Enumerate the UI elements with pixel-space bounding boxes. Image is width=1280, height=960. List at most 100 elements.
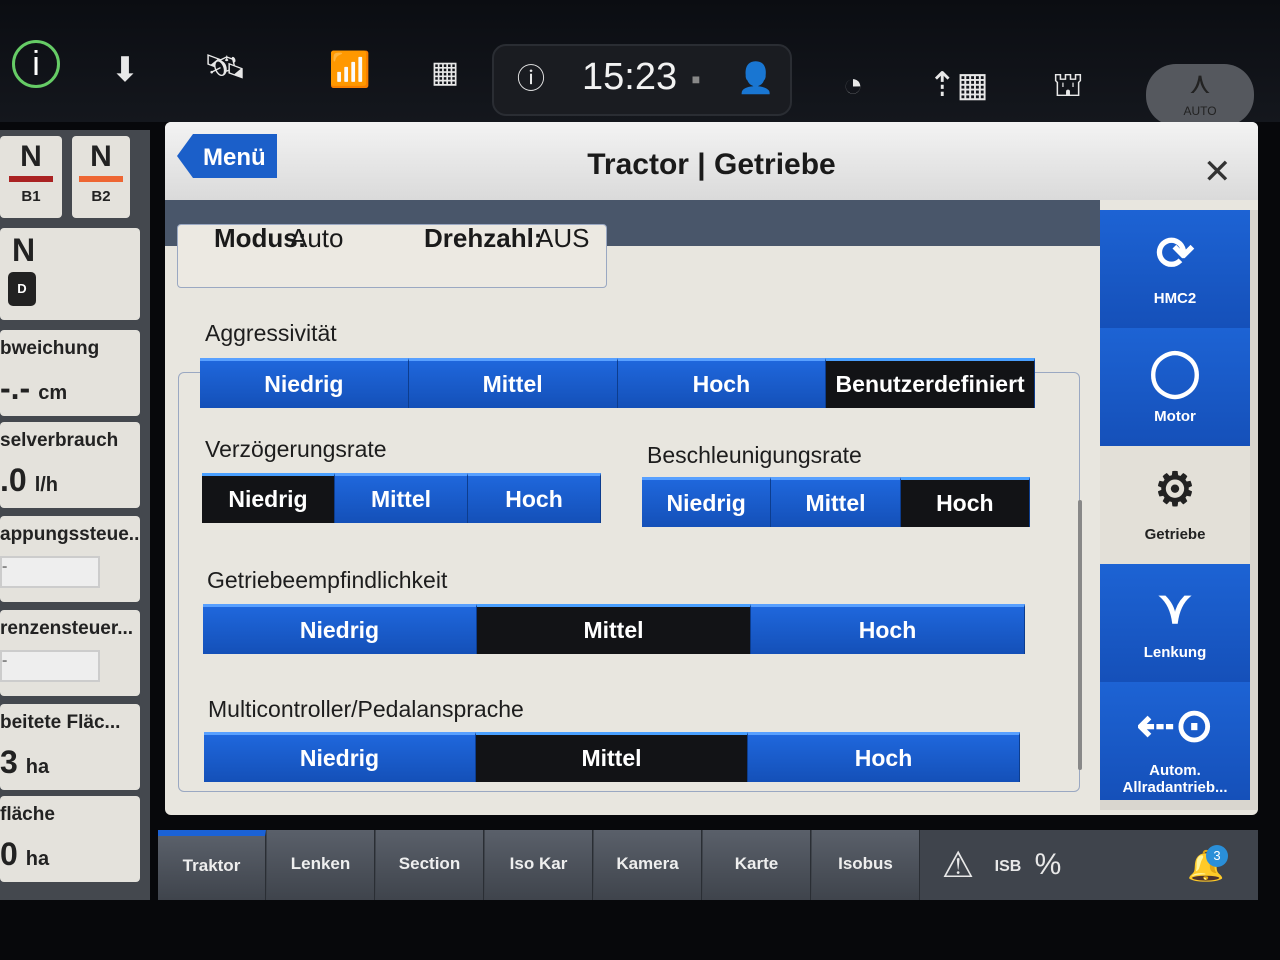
option-mittel[interactable]: Mittel — [477, 604, 751, 654]
tile-label: fläche — [0, 804, 55, 825]
b2-tile[interactable]: N B2 — [72, 136, 130, 218]
auto-label: AUTO — [1183, 104, 1217, 118]
tile-value: 3 — [0, 744, 18, 780]
drive-tile[interactable]: N D — [0, 228, 140, 320]
segmented-control: Niedrig Mittel Hoch — [204, 732, 1020, 782]
transmission-dialog: Menü Tractor | Getriebe ✕ Modus: Auto Dr… — [165, 122, 1258, 815]
segmented-control: Niedrig Mittel Hoch Benutzerdefiniert — [200, 358, 1035, 408]
tab-traktor[interactable]: Traktor — [158, 830, 266, 900]
tile-bar: - — [0, 556, 100, 588]
tile-label: beitete Fläc... — [0, 712, 121, 733]
sidebar-item-autom[interactable]: ⇠⊙ Autom. Allradantrieb... — [1100, 682, 1250, 800]
sidebar-item-label: Lenkung — [1143, 644, 1207, 661]
sidebar-item-label: Autom. Allradantrieb... — [1122, 762, 1228, 796]
implement-icon[interactable]: ⇡▦ — [928, 60, 989, 110]
tile-value: -.- — [0, 370, 31, 406]
user-icon[interactable]: 👤 — [728, 54, 784, 104]
option-hoch[interactable]: Hoch — [617, 358, 827, 408]
tab-lenken[interactable]: Lenken — [267, 830, 375, 900]
option-niedrig[interactable]: Niedrig — [200, 358, 409, 408]
sidebar-item-label: HMC2 — [1153, 290, 1197, 307]
speedometer-icon[interactable]: ◔ — [825, 60, 881, 110]
section-percent-icon[interactable]: % — [1028, 840, 1068, 890]
area-tile[interactable]: fläche 0 ha — [0, 796, 140, 882]
tile-unit: cm — [38, 382, 68, 404]
field-icon[interactable]: ⛫ — [1038, 60, 1098, 110]
sidebar-item-label: Getriebe — [1144, 526, 1206, 543]
satellite-icon[interactable]: 🛰 — [190, 42, 260, 92]
tile-unit: ha — [25, 756, 50, 778]
setting-label: Getriebeempfindlichkeit — [207, 567, 448, 593]
segmented-control: Niedrig Mittel Hoch — [203, 604, 1025, 654]
tile-label: renzensteuer... — [0, 618, 134, 639]
option-hoch[interactable]: Hoch — [751, 604, 1025, 654]
camera-icon[interactable]: ■ — [686, 54, 706, 104]
drive-gear: N — [12, 232, 36, 268]
option-mittel[interactable]: Mittel — [476, 732, 748, 782]
close-icon[interactable]: ✕ — [1203, 152, 1232, 192]
scrollbar[interactable] — [1078, 500, 1082, 770]
tab-isobus[interactable]: Isobus — [812, 830, 920, 900]
option-hoch[interactable]: Hoch — [468, 473, 601, 523]
four-wheel-drive-icon: ⇠⊙ — [1136, 699, 1214, 751]
option-niedrig[interactable]: Niedrig — [642, 477, 772, 527]
setting-label: Multicontroller/Pedalansprache — [208, 696, 524, 722]
drive-mode-icon: D — [8, 272, 36, 306]
road-warning-icon[interactable]: ⚠ — [933, 840, 983, 890]
option-mittel[interactable]: Mittel — [408, 358, 618, 408]
auto-steer-button[interactable]: ⋏ AUTO — [1146, 64, 1254, 126]
sidebar-item-motor[interactable]: ◯ Motor — [1100, 328, 1250, 446]
download-icon[interactable]: ⬇ — [100, 45, 150, 95]
tab-iso-kar[interactable]: Iso Kar — [485, 830, 593, 900]
option-mittel[interactable]: Mittel — [335, 473, 468, 523]
tile-value: - — [2, 558, 8, 575]
fuel-tile[interactable]: selverbrauch .0 l/h — [0, 422, 140, 508]
mode-value: Auto — [290, 224, 344, 253]
rpm-value: AUS — [536, 224, 590, 253]
option-hoch[interactable]: Hoch — [900, 477, 1030, 527]
option-hoch[interactable]: Hoch — [748, 732, 1020, 782]
info-icon[interactable]: i — [12, 40, 60, 88]
setting-label: Verzögerungsrate — [205, 436, 387, 462]
option-mittel[interactable]: Mittel — [771, 477, 901, 527]
control-tile-1[interactable]: appungssteue... - — [0, 516, 140, 602]
auto-steer-icon: ⋏ — [1189, 67, 1211, 100]
tab-section[interactable]: Section — [376, 830, 484, 900]
status-box: Modus: Auto Drehzahl: AUS — [177, 224, 607, 288]
tab-kamera[interactable]: Kamera — [594, 830, 702, 900]
segmented-control: Niedrig Mittel Hoch — [202, 473, 601, 523]
left-info-panel: N B1 N B2 N D bweichung -.- cm selverbrauc… — [0, 130, 150, 900]
engine-icon: ◯ — [1149, 345, 1201, 397]
worked-area-tile[interactable]: beitete Fläc... 3 ha — [0, 704, 140, 790]
option-niedrig[interactable]: Niedrig — [203, 604, 477, 654]
tab-karte[interactable]: Karte — [703, 830, 811, 900]
tile-unit: l/h — [34, 474, 59, 496]
apps-grid-icon[interactable]: ▦ — [420, 48, 470, 98]
b2-label: B2 — [91, 188, 111, 205]
tile-label: bweichung — [0, 338, 100, 359]
sidebar-item-getriebe[interactable]: ⚙ Getriebe — [1100, 446, 1250, 564]
tile-value: .0 — [0, 462, 27, 498]
option-niedrig[interactable]: Niedrig — [204, 732, 476, 782]
hmc2-icon: ⟳ — [1155, 227, 1195, 279]
sidebar-item-hmc2[interactable]: ⟳ HMC2 — [1100, 210, 1250, 328]
steering-icon: ⋎ — [1158, 581, 1192, 633]
cylinder-icon — [9, 176, 53, 182]
setting-label: Aggressivität — [205, 320, 337, 346]
help-icon[interactable]: ⓘ — [506, 54, 556, 104]
status-bar: i ⬇ 🛰 📶 ▦ ⓘ 15:23 ■ 👤 ◔ ⇡▦ ⛫ ⋏ AUTO — [0, 0, 1280, 126]
wifi-signal-icon: 📶 — [328, 51, 372, 89]
rpm-label: Drehzahl: — [424, 224, 543, 253]
isobus-icon[interactable]: ISB — [988, 842, 1028, 892]
option-niedrig[interactable]: Niedrig — [202, 473, 335, 523]
tile-value: 0 — [0, 836, 18, 872]
control-tile-2[interactable]: renzensteuer... - — [0, 610, 140, 696]
segmented-control: Niedrig Mittel Hoch — [642, 477, 1030, 527]
cylinder-icon — [79, 176, 123, 182]
b1-tile[interactable]: N B1 — [0, 136, 62, 218]
tile-unit: ha — [25, 848, 50, 870]
sidebar-item-lenkung[interactable]: ⋎ Lenkung — [1100, 564, 1250, 682]
notification-count-badge: 3 — [1206, 845, 1228, 867]
deviation-tile[interactable]: bweichung -.- cm — [0, 330, 140, 416]
option-benutzerdefiniert[interactable]: Benutzerdefiniert — [826, 358, 1035, 408]
